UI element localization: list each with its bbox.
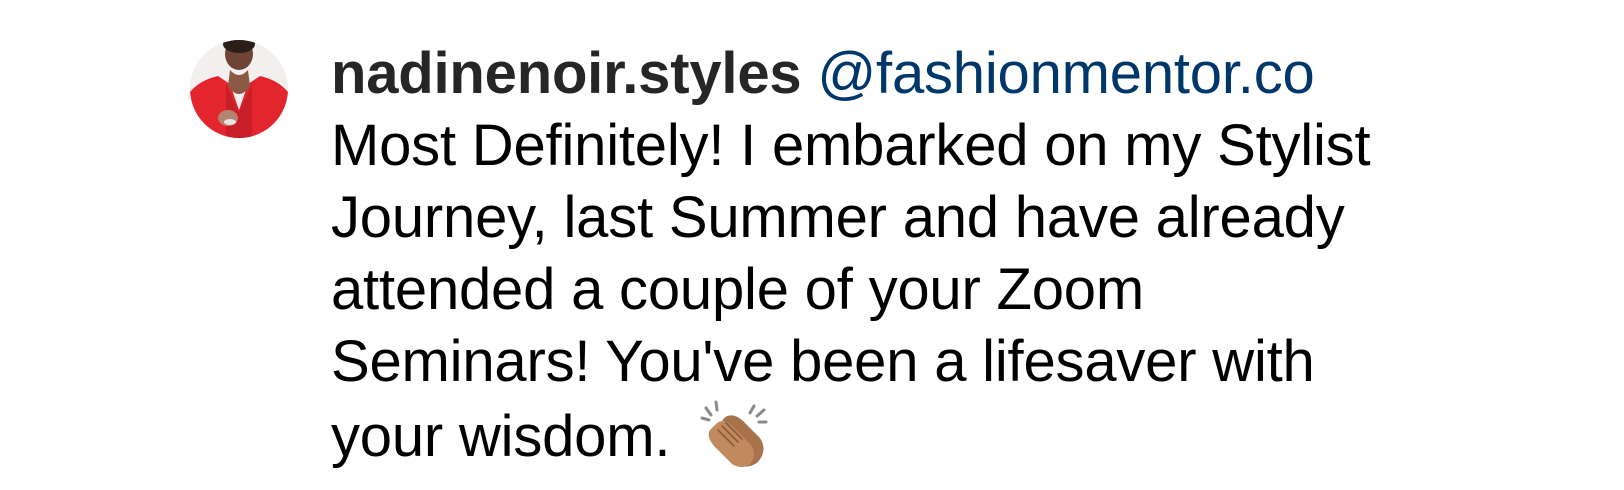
comment-text-line: Most Definitely! I embarked on my Stylis… [331,113,1371,178]
comment: nadinenoir.styles @fashionmentor.co Most… [190,38,1621,473]
comment-text-line: attended a couple of your Zoom [331,257,1144,322]
clapping-hands-icon [698,398,770,470]
comment-body: nadinenoir.styles @fashionmentor.co Most… [331,38,1621,473]
username-link[interactable]: nadinenoir.styles [331,41,802,106]
avatar[interactable] [190,40,288,138]
comment-text-line: your wisdom. [331,404,671,469]
comment-header: nadinenoir.styles @fashionmentor.co [331,38,1621,110]
avatar-image [190,40,288,138]
comment-last-line: your wisdom. [331,398,1621,473]
comment-text-line: Journey, last Summer and have already [331,185,1345,250]
comment-text-line: Seminars! You've been a lifesaver with [331,329,1315,394]
mention-link[interactable]: @fashionmentor.co [817,41,1314,106]
